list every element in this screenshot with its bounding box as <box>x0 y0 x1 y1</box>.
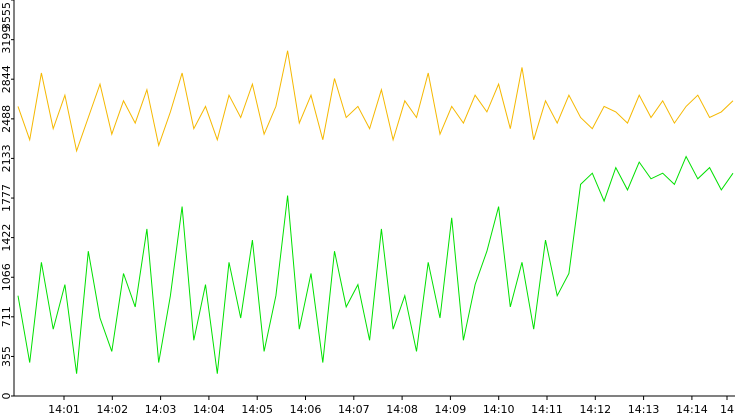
x-tick-label: 14:02 <box>96 403 128 415</box>
x-tick-label: 14:05 <box>241 403 273 415</box>
x-tick-label: 14:12 <box>579 403 611 415</box>
y-tick-label: 3555 <box>0 2 13 30</box>
x-tick-label: 14:09 <box>435 403 467 415</box>
chart-background <box>0 0 735 415</box>
y-tick-label: 1777 <box>0 184 13 212</box>
x-tick-label: 14:08 <box>386 403 418 415</box>
line-chart: 14:01 14:02 14:03 14:04 14:05 14:06 14:07 14:08… <box>0 0 735 415</box>
x-tick-label: 14:03 <box>145 403 177 415</box>
x-tick-label: 14:04 <box>193 403 225 415</box>
y-tick-label: 2133 <box>0 144 13 172</box>
y-tick-label: 1422 <box>0 224 13 252</box>
y-tick-label: 355 <box>0 346 13 367</box>
x-tick-label: 14:10 <box>483 403 515 415</box>
x-tick-label: 14:11 <box>531 403 563 415</box>
y-tick-label: 2844 <box>0 65 13 93</box>
y-tick-label: 2488 <box>0 105 13 133</box>
x-tick-label: 14:14 <box>676 403 708 415</box>
y-tick-label: 711 <box>0 306 13 327</box>
x-tick-label: 14:01 <box>48 403 80 415</box>
y-tick-label: 0 <box>0 393 13 400</box>
x-tick-label: 14:13 <box>628 403 660 415</box>
x-tick-label: 14:07 <box>338 403 370 415</box>
x-tick-label: 14:06 <box>290 403 322 415</box>
x-tick-label: 14 <box>720 403 734 415</box>
y-tick-label: 1066 <box>0 263 13 291</box>
